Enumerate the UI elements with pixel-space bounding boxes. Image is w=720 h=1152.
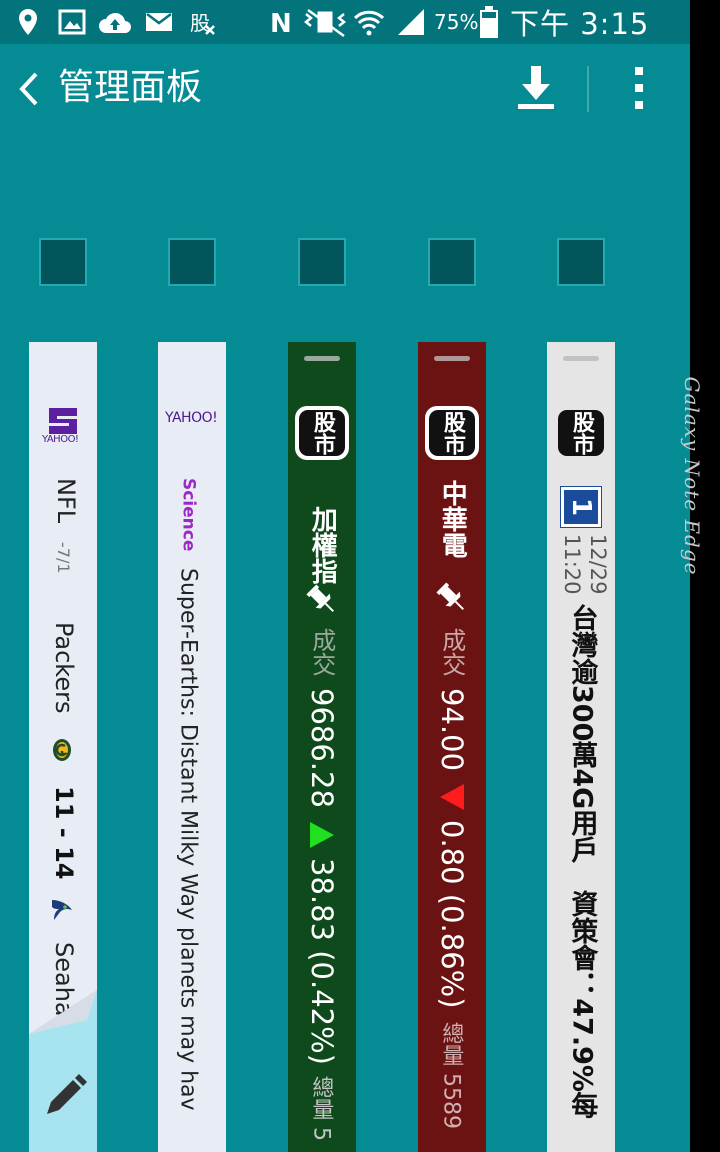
sports-date: -7/1 (54, 542, 74, 574)
screen: 股 N 75% 下午 3:15 管理面板 YAHOO! NFL -7/1 Pac… (0, 0, 690, 1152)
vibrate-icon (303, 8, 347, 38)
edit-button[interactable] (29, 990, 97, 1152)
status-bar: 股 N 75% 下午 3:15 (0, 0, 690, 44)
more-button[interactable] (622, 62, 656, 114)
battery-icon (480, 6, 498, 38)
clock: 下午 3:15 (510, 7, 650, 41)
stock-name: 加權指 (307, 506, 338, 584)
location-icon (19, 9, 37, 35)
cloud-upload-icon (99, 12, 131, 34)
panel-stock-news[interactable]: 股市 1 12/29 11:20 台灣逾300萬4G用戶 資策會：47.9%每 (547, 342, 615, 1152)
trade-label: 成交 (307, 628, 336, 676)
pin-icon[interactable] (304, 582, 340, 618)
download-button[interactable] (512, 62, 560, 114)
drag-handle[interactable] (434, 356, 470, 361)
mail-icon (146, 13, 172, 31)
signal-icon (398, 9, 424, 35)
drag-handle[interactable] (304, 356, 340, 361)
news-category: Science (178, 478, 199, 552)
page-title: 管理面板 (58, 67, 203, 108)
svg-text:N: N (270, 9, 292, 39)
panel-stock-index[interactable]: 股市 加權指 成交 9686.28 38.83 (0.42%) 總量 5 (288, 342, 356, 1152)
edge-screen (690, 0, 720, 1152)
panel-checkbox-4[interactable] (428, 238, 476, 286)
stock-price: 9686.28 (304, 688, 339, 808)
stock-app-logo: 股市 (295, 406, 349, 460)
sports-team1: Packers (49, 622, 78, 714)
panel-yahoo-news[interactable]: YAHOO! Science Super-Earths: Distant Mil… (158, 342, 226, 1152)
news-rank-badge: 1 (560, 486, 602, 528)
edge-brand-label: Galaxy Note Edge (680, 376, 704, 576)
wifi-icon (353, 10, 385, 36)
stock-change: 38.83 (0.42%) (304, 858, 339, 1065)
yahoo-sports-logo-icon (49, 408, 77, 434)
news-headline: 台灣逾300萬4G用戶 資策會：47.9%每 (566, 604, 598, 1119)
gallery-icon (58, 9, 86, 35)
stock-change: 0.80 (0.86%) (434, 820, 469, 1009)
toolbar-divider (587, 66, 589, 112)
battery-percent: 75% (434, 10, 479, 34)
stock-price: 94.00 (434, 688, 469, 772)
down-arrow-icon (310, 822, 334, 848)
panel-checkbox-5[interactable] (557, 238, 605, 286)
pin-icon[interactable] (434, 580, 470, 616)
panel-checkbox-3[interactable] (298, 238, 346, 286)
packers-logo-icon (53, 739, 71, 761)
back-button[interactable] (12, 66, 46, 112)
download-icon (518, 66, 554, 109)
sports-score: 11 - 14 (49, 786, 78, 880)
up-arrow-icon (440, 784, 464, 810)
seahawks-logo-icon (52, 900, 72, 920)
trade-label: 成交 (437, 628, 466, 676)
nfc-icon: N (270, 9, 292, 39)
yahoo-sports-logo-text: YAHOO! (42, 434, 79, 445)
stock-notify-icon: 股 (190, 11, 215, 35)
more-vert-icon (635, 67, 643, 109)
panel-checkbox-2[interactable] (168, 238, 216, 286)
panel-checkbox-1[interactable] (39, 238, 87, 286)
panel-stock-cht[interactable]: 股市 中華電 成交 94.00 0.80 (0.86%) 總量 5589 (418, 342, 486, 1152)
stock-volume: 總量 5589 (438, 1022, 464, 1129)
sports-league: NFL (51, 478, 80, 524)
stock-volume: 總量 5 (308, 1076, 334, 1141)
news-date: 12/29 (586, 534, 611, 595)
stock-app-logo: 股市 (554, 406, 608, 460)
stock-app-logo: 股市 (425, 406, 479, 460)
stock-name: 中華電 (437, 480, 468, 558)
news-time: 11:20 (560, 534, 585, 595)
yahoo-news-logo-text: YAHOO! (165, 410, 218, 426)
chevron-left-icon (19, 72, 38, 106)
news-headline: Super-Earths: Distant Milky Way planets … (175, 568, 201, 1111)
drag-handle[interactable] (563, 356, 599, 361)
